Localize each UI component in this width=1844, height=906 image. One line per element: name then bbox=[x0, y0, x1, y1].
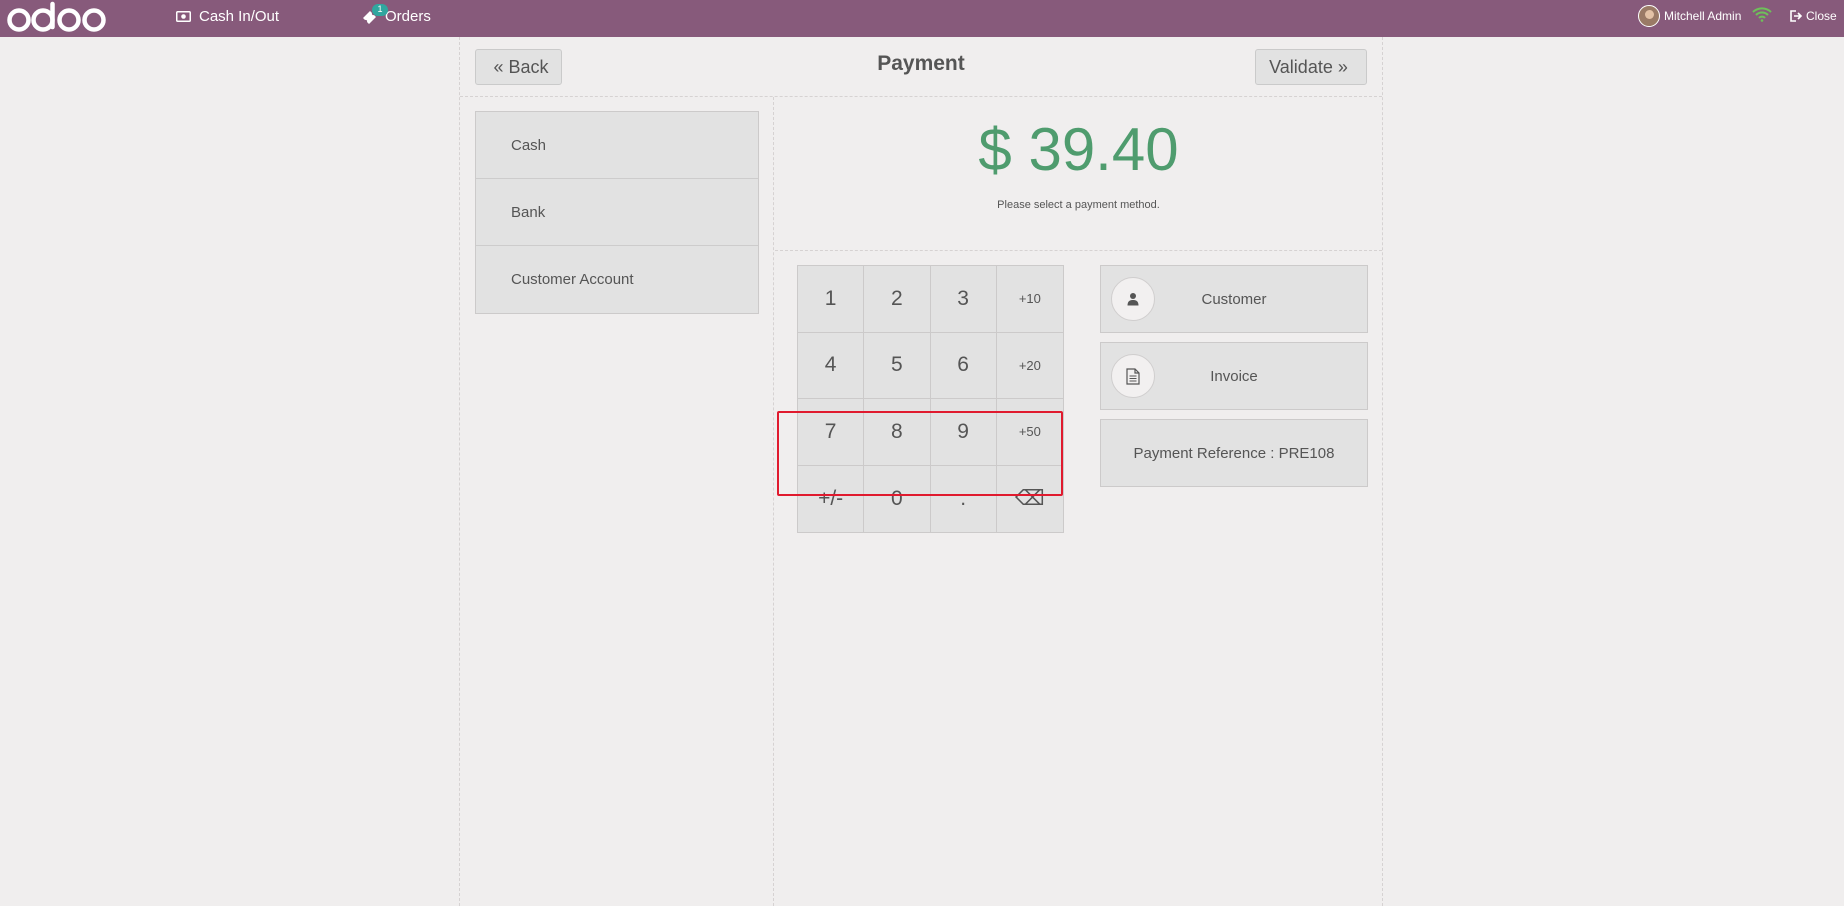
payment-methods-list: Cash Bank Customer Account bbox=[475, 111, 759, 314]
payment-methods-panel: Cash Bank Customer Account bbox=[460, 97, 774, 906]
avatar bbox=[1638, 5, 1660, 27]
payment-method-customer-account[interactable]: Customer Account bbox=[476, 246, 758, 313]
numpad-key-plus-20[interactable]: +20 bbox=[996, 333, 1063, 399]
close-button[interactable]: Close bbox=[1790, 0, 1837, 32]
wifi-icon bbox=[1752, 7, 1772, 22]
payment-screen: Payment « Back Validate » Cash Bank Cust… bbox=[459, 37, 1383, 906]
user-name: Mitchell Admin bbox=[1664, 9, 1742, 23]
customer-label: Customer bbox=[1201, 290, 1267, 308]
money-icon bbox=[176, 11, 191, 22]
payment-header: Payment « Back Validate » bbox=[460, 37, 1382, 97]
file-text-icon bbox=[1111, 354, 1155, 398]
payment-reference-button[interactable]: Payment Reference : PRE108 bbox=[1100, 419, 1368, 487]
validate-label: Validate bbox=[1269, 56, 1333, 77]
odoo-logo bbox=[7, 1, 106, 32]
user-menu[interactable]: Mitchell Admin bbox=[1638, 0, 1741, 32]
numpad-key-plus-50[interactable]: +50 bbox=[996, 399, 1063, 466]
back-label: Back bbox=[508, 56, 549, 77]
payment-method-bank[interactable]: Bank bbox=[476, 179, 758, 246]
payment-method-label: Bank bbox=[511, 203, 546, 221]
back-button[interactable]: « Back bbox=[475, 49, 562, 85]
numpad-key-2[interactable]: 2 bbox=[864, 266, 931, 333]
numpad-key-1[interactable]: 1 bbox=[798, 266, 865, 333]
numpad-key-sign[interactable]: +/- bbox=[798, 465, 865, 532]
numpad: 1 2 3 +10 4 5 6 +20 7 8 9 +50 +/- 0 . ⌫ bbox=[797, 265, 1064, 533]
page-title: Payment bbox=[877, 52, 965, 75]
payment-method-label: Cash bbox=[511, 136, 547, 154]
customer-button[interactable]: Customer bbox=[1100, 265, 1368, 333]
numpad-key-plus-10[interactable]: +10 bbox=[996, 266, 1063, 333]
total-amount: $ 39.40 bbox=[978, 116, 1179, 183]
orders-button[interactable]: 1 Orders bbox=[362, 0, 431, 33]
numpad-key-5[interactable]: 5 bbox=[864, 332, 931, 399]
numpad-key-3[interactable]: 3 bbox=[930, 266, 997, 333]
numpad-key-8[interactable]: 8 bbox=[864, 399, 931, 466]
cash-in-out-label: Cash In/Out bbox=[199, 8, 280, 25]
cash-in-out-button[interactable]: Cash In/Out bbox=[176, 0, 279, 33]
payment-method-label: Customer Account bbox=[511, 271, 634, 288]
numpad-key-6[interactable]: 6 bbox=[930, 332, 997, 399]
backspace-icon[interactable]: ⌫ bbox=[997, 466, 1063, 533]
double-chevron-left-icon: « bbox=[493, 56, 504, 77]
orders-badge: 1 bbox=[372, 4, 388, 16]
close-label: Close bbox=[1806, 9, 1837, 23]
numpad-key-7[interactable]: 7 bbox=[798, 399, 865, 466]
payment-hint: Please select a payment method. bbox=[997, 199, 1160, 211]
numpad-key-decimal[interactable]: . bbox=[931, 465, 997, 532]
invoice-button[interactable]: Invoice bbox=[1100, 342, 1368, 410]
topbar: Cash In/Out 1 Orders Mitchell Admin Clos… bbox=[0, 0, 1844, 37]
payment-reference-label: Payment Reference : PRE108 bbox=[1133, 444, 1335, 462]
payment-method-cash[interactable]: Cash bbox=[476, 112, 758, 179]
orders-label: Orders bbox=[385, 8, 431, 25]
payment-main: $ 39.40 Please select a payment method. … bbox=[775, 97, 1382, 906]
invoice-label: Invoice bbox=[1210, 367, 1258, 385]
sign-out-icon bbox=[1790, 10, 1803, 22]
numpad-key-4[interactable]: 4 bbox=[798, 332, 865, 399]
validate-button[interactable]: Validate » bbox=[1255, 49, 1367, 85]
payment-summary: $ 39.40 Please select a payment method. bbox=[775, 97, 1382, 251]
numpad-key-9[interactable]: 9 bbox=[930, 399, 997, 466]
user-icon bbox=[1111, 277, 1155, 321]
numpad-key-0[interactable]: 0 bbox=[864, 465, 931, 532]
double-chevron-right-icon: » bbox=[1337, 56, 1348, 77]
